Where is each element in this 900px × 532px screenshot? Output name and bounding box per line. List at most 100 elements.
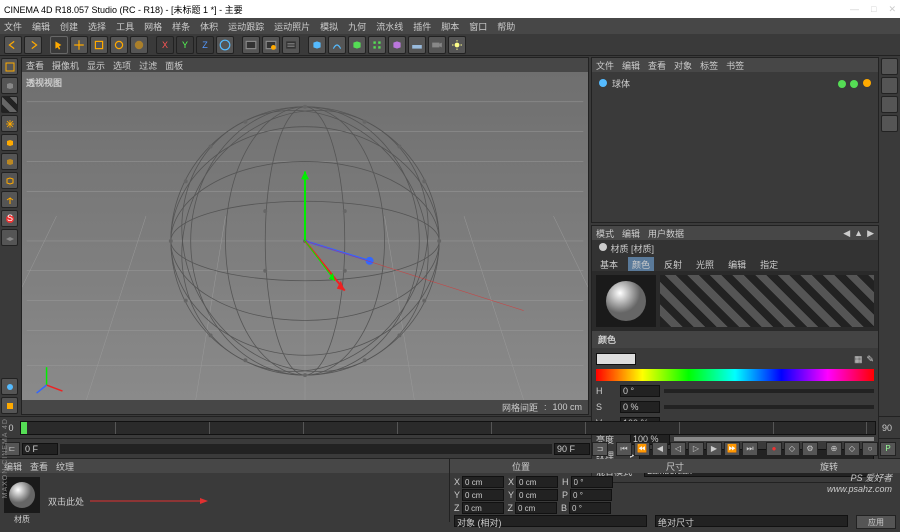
vp-camera[interactable]: 摄像机 (52, 59, 79, 72)
vis-dot-render[interactable] (850, 80, 858, 88)
viewport-3d[interactable]: 透视视图 (22, 72, 588, 400)
vp-filter[interactable]: 过滤 (139, 59, 157, 72)
menu-pipeline[interactable]: 流水线 (376, 20, 403, 33)
menu-select[interactable]: 选择 (88, 20, 106, 33)
tl-out-icon[interactable]: ⊐ (592, 442, 608, 456)
om-bookmarks[interactable]: 书签 (726, 59, 744, 72)
next-frame-icon[interactable]: ▶ (706, 442, 722, 456)
array-tool[interactable] (368, 36, 386, 54)
playhead[interactable] (21, 422, 27, 434)
nurbs-tool[interactable] (348, 36, 366, 54)
k-rot-icon[interactable]: ○ (862, 442, 878, 456)
rp-1[interactable] (881, 58, 898, 75)
move-tool[interactable] (70, 36, 88, 54)
prev-frame-icon[interactable]: ◀ (652, 442, 668, 456)
range-bar[interactable] (60, 444, 552, 454)
tab-edit[interactable]: 编辑 (724, 257, 750, 272)
menu-char[interactable]: 九何 (348, 20, 366, 33)
extra-2[interactable] (1, 397, 18, 414)
coord-abs-select[interactable]: 绝对尺寸 (655, 515, 848, 527)
coord-size[interactable]: 尺寸 (666, 460, 684, 473)
polygon-mode[interactable] (1, 172, 18, 189)
timeline-ruler[interactable] (20, 421, 876, 435)
rotate-tool[interactable] (110, 36, 128, 54)
color-swatch[interactable] (596, 353, 636, 365)
tab-assign[interactable]: 指定 (756, 257, 782, 272)
hue-gradient[interactable] (596, 369, 874, 381)
nav-back-icon[interactable]: ◀ (843, 228, 850, 239)
texture-mode[interactable] (1, 96, 18, 113)
prev-key-icon[interactable]: ⏪ (634, 442, 650, 456)
coord-system[interactable] (216, 36, 234, 54)
camera-tool[interactable] (428, 36, 446, 54)
edge-mode[interactable] (1, 153, 18, 170)
size-z[interactable] (515, 502, 557, 514)
z-axis-lock[interactable]: Z (196, 36, 214, 54)
rp-2[interactable] (881, 77, 898, 94)
last-tool[interactable] (130, 36, 148, 54)
picker-icon[interactable]: ▦ (854, 354, 863, 365)
vp-view[interactable]: 查看 (26, 59, 44, 72)
menu-script[interactable]: 脚本 (441, 20, 459, 33)
s-input[interactable] (620, 401, 660, 413)
bright-slider[interactable] (674, 437, 874, 441)
play-fwd-icon[interactable]: ▷ (688, 442, 704, 456)
nav-up-icon[interactable]: ▲ (854, 228, 863, 239)
select-tool[interactable] (50, 36, 68, 54)
h-input[interactable] (620, 385, 660, 397)
om-file[interactable]: 文件 (596, 59, 614, 72)
vp-options[interactable]: 选项 (113, 59, 131, 72)
nav-fwd-icon[interactable]: ▶ (867, 228, 874, 239)
pen-tool[interactable] (328, 36, 346, 54)
viewport[interactable]: 查看 摄像机 显示 选项 过滤 面板 透视视图 (21, 57, 589, 415)
tab-basic[interactable]: 基本 (596, 257, 622, 272)
play-back-icon[interactable]: ◁ (670, 442, 686, 456)
pos-z[interactable] (462, 502, 504, 514)
menu-sim[interactable]: 模拟 (320, 20, 338, 33)
menu-window[interactable]: 窗口 (469, 20, 487, 33)
vp-display[interactable]: 显示 (87, 59, 105, 72)
dropper-icon[interactable]: ✎ (866, 354, 874, 365)
om-objects[interactable]: 对象 (674, 59, 692, 72)
redo-button[interactable] (24, 36, 42, 54)
rp-4[interactable] (881, 115, 898, 132)
s-slider[interactable] (664, 405, 874, 409)
point-mode[interactable] (1, 134, 18, 151)
rp-3[interactable] (881, 96, 898, 113)
coord-rel-select[interactable]: 对象 (相对) (454, 515, 647, 527)
light-tool[interactable] (448, 36, 466, 54)
render-pv[interactable] (262, 36, 280, 54)
k-pla-icon[interactable]: P (880, 442, 896, 456)
phong-tag-icon[interactable] (862, 78, 872, 90)
make-editable[interactable] (1, 58, 18, 75)
mm-tex[interactable]: 纹理 (56, 460, 74, 473)
menu-edit[interactable]: 编辑 (32, 20, 50, 33)
tab-reflect[interactable]: 反射 (660, 257, 686, 272)
om-tags[interactable]: 标签 (700, 59, 718, 72)
size-y[interactable] (516, 489, 558, 501)
frame-current[interactable] (22, 443, 58, 455)
menu-spline[interactable]: 样条 (172, 20, 190, 33)
deformer-tool[interactable] (388, 36, 406, 54)
undo-button[interactable] (4, 36, 22, 54)
tab-lumin[interactable]: 光照 (692, 257, 718, 272)
rot-h[interactable] (571, 476, 613, 488)
maximize-button[interactable]: □ (871, 4, 876, 15)
render-view[interactable] (242, 36, 260, 54)
y-axis-lock[interactable]: Y (176, 36, 194, 54)
next-key-icon[interactable]: ⏩ (724, 442, 740, 456)
vp-panel[interactable]: 面板 (165, 59, 183, 72)
minimize-button[interactable]: — (850, 4, 859, 15)
mm-view[interactable]: 查看 (30, 460, 48, 473)
k-pos-icon[interactable]: ⊕ (826, 442, 842, 456)
snap-toggle[interactable]: S (1, 210, 18, 227)
menu-tools[interactable]: 工具 (116, 20, 134, 33)
object-mode[interactable] (1, 115, 18, 132)
material-thumb[interactable] (4, 477, 40, 513)
attr-userdata[interactable]: 用户数据 (648, 227, 684, 240)
menu-help[interactable]: 帮助 (497, 20, 515, 33)
menu-plugins[interactable]: 插件 (413, 20, 431, 33)
key-opts-icon[interactable]: ⚙ (802, 442, 818, 456)
pos-x[interactable] (462, 476, 504, 488)
model-mode[interactable] (1, 77, 18, 94)
